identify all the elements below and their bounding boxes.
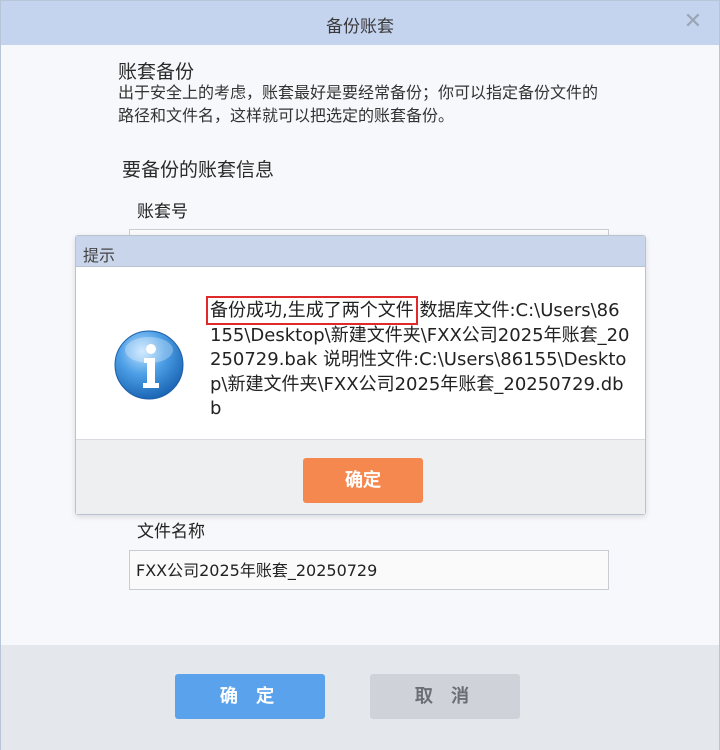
confirm-button[interactable]: 确定: [303, 458, 423, 503]
message-box-titlebar[interactable]: 提示: [76, 236, 645, 267]
info-icon: [114, 330, 184, 400]
file-name-field[interactable]: FXX公司2025年账套_20250729: [129, 550, 609, 590]
account-info-title: 要备份的账套信息: [122, 159, 275, 181]
ok-button[interactable]: 确 定: [175, 674, 325, 719]
dialog-title: 备份账套: [326, 17, 394, 37]
description-text: 出于安全上的考虑，账套最好是要经常备份；你可以指定备份文件的路径和文件名，这样就…: [118, 83, 599, 125]
file-name-label: 文件名称: [137, 522, 205, 542]
message-box-footer: 确定: [76, 439, 645, 514]
dialog-footer: 确 定 取 消: [1, 645, 719, 750]
message-text: 备份成功,生成了两个文件 数据库文件:C:\Users\86155\Deskto…: [206, 296, 630, 422]
account-number-label: 账套号: [137, 202, 188, 222]
success-highlight: 备份成功,生成了两个文件: [206, 296, 418, 325]
section-heading: 账套备份: [118, 61, 195, 83]
message-box-title: 提示: [83, 246, 116, 265]
close-icon[interactable]: ✕: [681, 10, 705, 34]
message-box-body: 备份成功,生成了两个文件 数据库文件:C:\Users\86155\Deskto…: [76, 267, 645, 439]
cancel-button[interactable]: 取 消: [370, 674, 520, 719]
message-box: 提示 备份成功,生成了两个文件 数据库文件:C:\Users\86155\Des…: [75, 235, 646, 515]
dialog-titlebar[interactable]: 备份账套 ✕: [1, 1, 719, 45]
